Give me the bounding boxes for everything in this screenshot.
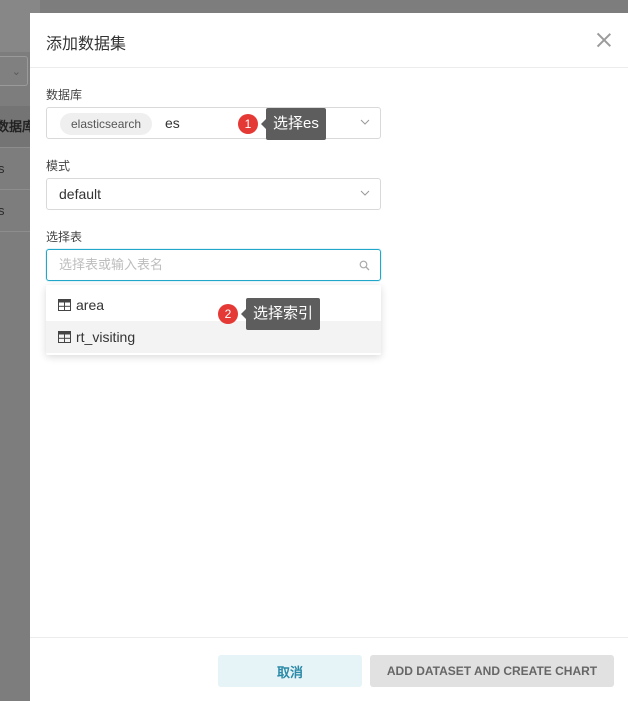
modal-title: 添加数据集 bbox=[46, 36, 127, 53]
background-item: 数据库 bbox=[0, 106, 32, 148]
background-list: 数据库 s s bbox=[0, 106, 32, 232]
schema-select[interactable]: default bbox=[46, 178, 381, 210]
chevron-down-icon bbox=[360, 190, 370, 196]
background-item: s bbox=[0, 148, 32, 190]
database-value: es bbox=[165, 115, 180, 131]
add-dataset-button[interactable]: ADD DATASET AND CREATE CHART bbox=[370, 655, 614, 687]
table-option-label: area bbox=[76, 297, 105, 313]
modal-header: 添加数据集 bbox=[30, 13, 628, 68]
chevron-down-icon: ⌄ bbox=[11, 66, 21, 78]
step-callout: 选择es bbox=[261, 108, 326, 140]
schema-label: 模式 bbox=[46, 159, 71, 173]
cancel-button[interactable]: 取消 bbox=[218, 655, 362, 687]
database-select[interactable]: elasticsearch es bbox=[46, 107, 381, 139]
search-icon bbox=[359, 260, 370, 271]
table-search-input[interactable] bbox=[57, 256, 337, 273]
modal-footer: 取消 ADD DATASET AND CREATE CHART bbox=[30, 637, 628, 701]
database-label: 数据库 bbox=[46, 88, 83, 102]
schema-value: default bbox=[59, 186, 102, 202]
table-icon bbox=[58, 331, 71, 343]
table-dropdown: area rt_visiting bbox=[46, 285, 381, 355]
table-option[interactable]: rt_visiting bbox=[46, 321, 381, 353]
table-search[interactable] bbox=[46, 249, 381, 281]
table-icon bbox=[58, 299, 71, 311]
background-item: s bbox=[0, 190, 32, 232]
close-icon[interactable] bbox=[594, 30, 614, 50]
step-badge: 1 bbox=[238, 114, 258, 134]
step-callout: 选择索引 bbox=[240, 298, 321, 330]
table-option[interactable]: area bbox=[46, 289, 381, 321]
table-label: 选择表 bbox=[46, 230, 83, 244]
background-select: ⌄ bbox=[0, 56, 28, 86]
database-engine-tag: elasticsearch bbox=[60, 113, 153, 135]
step-badge: 2 bbox=[218, 304, 238, 324]
table-option-label: rt_visiting bbox=[76, 329, 136, 345]
chevron-down-icon bbox=[360, 119, 370, 125]
add-dataset-modal: 添加数据集 数据库 elasticsearch es 模式 default 选择… bbox=[30, 13, 628, 701]
